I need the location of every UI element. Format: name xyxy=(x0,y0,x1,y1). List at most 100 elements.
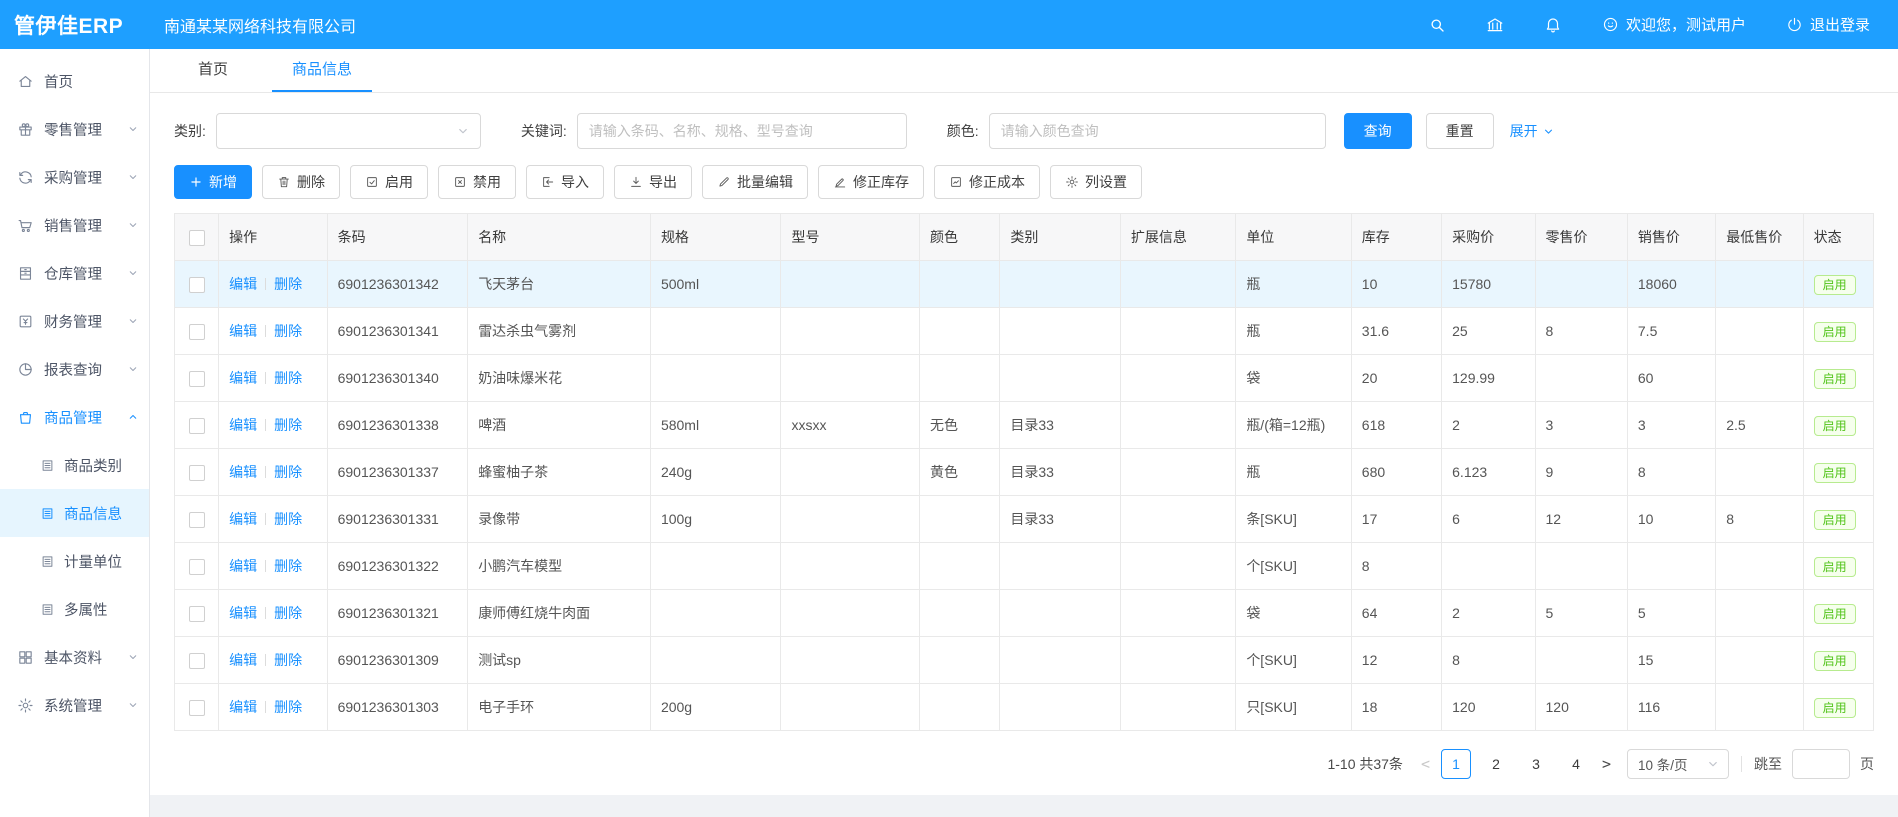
barcode-cell: 6901236301341 xyxy=(327,308,468,355)
page-number[interactable]: 2 xyxy=(1481,749,1511,779)
edit-link[interactable]: 编辑 xyxy=(229,652,257,668)
toolbar-button-x-sq[interactable]: 禁用 xyxy=(438,165,516,199)
sidebar-item[interactable]: 采购管理 xyxy=(0,153,149,201)
sidebar-subitem[interactable]: 商品类别 xyxy=(0,441,149,489)
category-cell xyxy=(1000,543,1120,590)
delete-link[interactable]: 删除 xyxy=(274,417,302,433)
user-menu[interactable]: 欢迎您，测试用户 xyxy=(1602,14,1746,35)
bank-icon[interactable] xyxy=(1486,16,1504,34)
sidebar-item[interactable]: 财务管理 xyxy=(0,297,149,345)
row-checkbox[interactable] xyxy=(189,324,205,340)
sidebar-item[interactable]: 仓库管理 xyxy=(0,249,149,297)
sidebar-item[interactable]: 首页 xyxy=(0,57,149,105)
row-checkbox[interactable] xyxy=(189,277,205,293)
stock-cell: 20 xyxy=(1351,355,1441,402)
edit-link[interactable]: 编辑 xyxy=(229,417,257,433)
sale-cell: 7.5 xyxy=(1627,308,1715,355)
toolbar-button-chart[interactable]: 修正成本 xyxy=(934,165,1040,199)
tab-product-info[interactable]: 商品信息 xyxy=(272,49,372,92)
logout-button[interactable]: 退出登录 xyxy=(1786,14,1870,35)
row-checkbox[interactable] xyxy=(189,559,205,575)
page-size-select[interactable]: 10 条/页 xyxy=(1627,749,1729,779)
pagination-divider xyxy=(1741,756,1742,772)
toolbar-button-gear[interactable]: 列设置 xyxy=(1050,165,1142,199)
edit-link[interactable]: 编辑 xyxy=(229,276,257,292)
row-checkbox[interactable] xyxy=(189,606,205,622)
delete-link[interactable]: 删除 xyxy=(274,558,302,574)
keyword-input[interactable] xyxy=(577,113,907,149)
search-icon[interactable] xyxy=(1428,16,1446,34)
stock-cell: 618 xyxy=(1351,402,1441,449)
toolbar-button-edit[interactable]: 批量编辑 xyxy=(702,165,808,199)
sidebar-subitem[interactable]: 计量单位 xyxy=(0,537,149,585)
category-select[interactable] xyxy=(216,113,481,149)
delete-link[interactable]: 删除 xyxy=(274,323,302,339)
delete-link[interactable]: 删除 xyxy=(274,464,302,480)
delete-link[interactable]: 删除 xyxy=(274,511,302,527)
status-badge: 启用 xyxy=(1814,510,1856,530)
delete-link[interactable]: 删除 xyxy=(274,276,302,292)
row-checkbox[interactable] xyxy=(189,465,205,481)
sidebar-item[interactable]: 报表查询 xyxy=(0,345,149,393)
name-cell: 录像带 xyxy=(468,496,651,543)
sidebar-subitem[interactable]: 商品信息 xyxy=(0,489,149,537)
delete-link[interactable]: 删除 xyxy=(274,699,302,715)
tab-home[interactable]: 首页 xyxy=(178,49,248,92)
toolbar-button-adjust[interactable]: 修正库存 xyxy=(818,165,924,199)
toolbar-button-label: 列设置 xyxy=(1085,172,1127,192)
page-number[interactable]: 1 xyxy=(1441,749,1471,779)
row-checkbox[interactable] xyxy=(189,371,205,387)
toolbar-button-import[interactable]: 导入 xyxy=(526,165,604,199)
edit-link[interactable]: 编辑 xyxy=(229,323,257,339)
bell-icon[interactable] xyxy=(1544,16,1562,34)
prev-page-button[interactable]: < xyxy=(1421,755,1430,773)
toolbar-button-check-sq[interactable]: 启用 xyxy=(350,165,428,199)
toolbar-button-trash[interactable]: 删除 xyxy=(262,165,340,199)
spec-cell: 100g xyxy=(650,496,781,543)
retail-cell: 12 xyxy=(1535,496,1627,543)
x-sq-icon xyxy=(453,175,467,189)
edit-link[interactable]: 编辑 xyxy=(229,370,257,386)
unit-cell: 袋 xyxy=(1236,355,1351,402)
sidebar-item[interactable]: 系统管理 xyxy=(0,681,149,729)
sidebar-subitem[interactable]: 多属性 xyxy=(0,585,149,633)
search-button[interactable]: 查询 xyxy=(1344,113,1412,149)
column-header: 零售价 xyxy=(1535,214,1627,261)
model-cell xyxy=(781,590,920,637)
category-cell xyxy=(1000,261,1120,308)
sidebar-item-label: 基本资料 xyxy=(44,647,127,668)
reset-button[interactable]: 重置 xyxy=(1426,113,1494,149)
delete-link[interactable]: 删除 xyxy=(274,605,302,621)
toolbar-button-export[interactable]: 导出 xyxy=(614,165,692,199)
chevron-up-icon xyxy=(127,411,139,423)
edit-link[interactable]: 编辑 xyxy=(229,464,257,480)
jump-input[interactable] xyxy=(1792,749,1850,779)
sidebar-item[interactable]: 商品管理 xyxy=(0,393,149,441)
next-page-button[interactable]: > xyxy=(1602,755,1611,773)
expand-link[interactable]: 展开 xyxy=(1510,121,1555,141)
edit-link[interactable]: 编辑 xyxy=(229,605,257,621)
sidebar-item[interactable]: 销售管理 xyxy=(0,201,149,249)
row-checkbox[interactable] xyxy=(189,653,205,669)
select-all-checkbox[interactable] xyxy=(189,230,205,246)
row-checkbox[interactable] xyxy=(189,512,205,528)
edit-link[interactable]: 编辑 xyxy=(229,511,257,527)
sidebar-item[interactable]: 基本资料 xyxy=(0,633,149,681)
color-input[interactable] xyxy=(989,113,1326,149)
min-cell xyxy=(1716,449,1803,496)
edit-link[interactable]: 编辑 xyxy=(229,558,257,574)
sale-cell: 116 xyxy=(1627,684,1715,731)
edit-link[interactable]: 编辑 xyxy=(229,699,257,715)
delete-link[interactable]: 删除 xyxy=(274,652,302,668)
row-checkbox[interactable] xyxy=(189,700,205,716)
page-number[interactable]: 3 xyxy=(1521,749,1551,779)
action-divider xyxy=(265,419,266,431)
ext-cell xyxy=(1120,543,1235,590)
row-checkbox[interactable] xyxy=(189,418,205,434)
sidebar-item[interactable]: 零售管理 xyxy=(0,105,149,153)
toolbar-button-label: 修正成本 xyxy=(969,172,1025,192)
category-cell: 目录33 xyxy=(1000,402,1120,449)
page-number[interactable]: 4 xyxy=(1561,749,1591,779)
toolbar-button-plus[interactable]: 新增 xyxy=(174,165,252,199)
delete-link[interactable]: 删除 xyxy=(274,370,302,386)
